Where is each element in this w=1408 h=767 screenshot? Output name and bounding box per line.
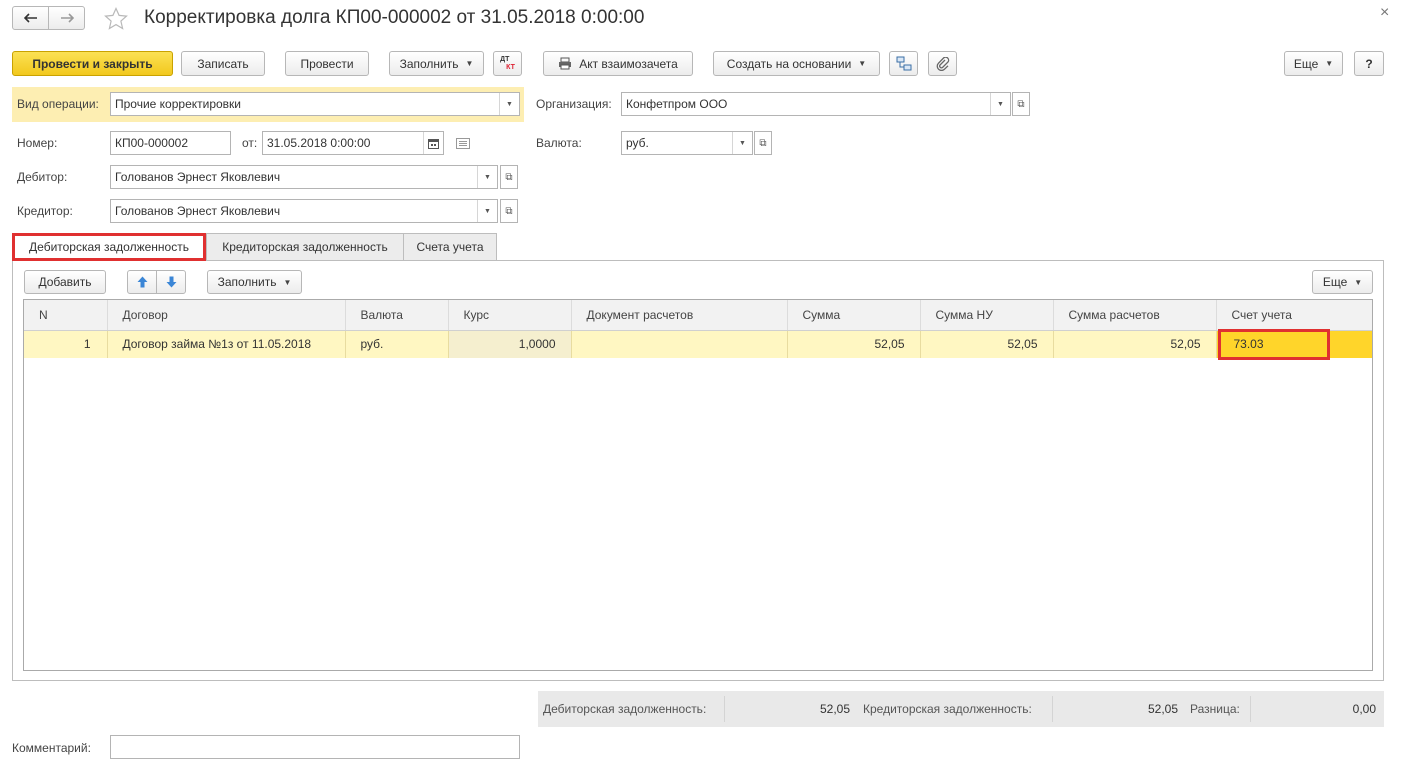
operation-type-select[interactable]: Прочие корректировки ▼ xyxy=(110,92,520,116)
open-window-icon: ⧉ xyxy=(505,171,513,183)
date-input[interactable]: 31.05.2018 0:00:00 xyxy=(262,131,444,155)
arrow-right-icon xyxy=(60,13,74,23)
caret-down-icon[interactable]: ▼ xyxy=(477,166,497,188)
column-header-rate[interactable]: Курс xyxy=(448,300,572,331)
creditor-select[interactable]: Голованов Эрнест Яковлевич ▼ xyxy=(110,199,498,223)
column-header-currency[interactable]: Валюта xyxy=(345,300,449,331)
caret-down-icon: ▼ xyxy=(1354,277,1363,287)
table-more-button[interactable]: Еще ▼ xyxy=(1312,270,1373,294)
cell-account[interactable]: 73.03 xyxy=(1216,328,1372,360)
mutual-settlement-act-button[interactable]: Акт взаимозачета xyxy=(543,51,693,76)
back-button[interactable] xyxy=(12,6,49,30)
operation-type-label: Вид операции: xyxy=(17,97,99,111)
tab-receivables[interactable]: Дебиторская задолженность xyxy=(12,233,206,261)
cell-amount-tax[interactable]: 52,05 xyxy=(920,330,1054,358)
move-down-button[interactable] xyxy=(156,270,186,294)
open-window-icon: ⧉ xyxy=(1017,98,1025,110)
table-fill-button[interactable]: Заполнить ▼ xyxy=(207,270,302,294)
table-row[interactable]: 1 Договор займа №1з от 11.05.2018 руб. 1… xyxy=(24,328,1372,360)
forward-button[interactable] xyxy=(48,6,85,30)
printer-icon xyxy=(558,57,572,70)
column-header-settlement-document[interactable]: Документ расчетов xyxy=(571,300,788,331)
more-button[interactable]: Еще ▼ xyxy=(1284,51,1343,76)
caret-down-icon: ▼ xyxy=(1325,59,1334,68)
column-header-amount-tax[interactable]: Сумма НУ xyxy=(920,300,1054,331)
currency-select[interactable]: руб. ▼ xyxy=(621,131,753,155)
window-title: Корректировка долга КП00-000002 от 31.05… xyxy=(144,7,645,28)
cell-n[interactable]: 1 xyxy=(24,330,108,358)
debtor-label: Дебитор: xyxy=(17,170,68,184)
arrow-up-icon xyxy=(137,276,148,288)
cell-settlement-amount[interactable]: 52,05 xyxy=(1053,330,1217,358)
column-header-amount[interactable]: Сумма xyxy=(787,300,921,331)
open-window-icon: ⧉ xyxy=(505,205,513,217)
tab-accounts[interactable]: Счета учета xyxy=(403,233,497,260)
comment-input[interactable] xyxy=(110,735,520,759)
cell-rate[interactable]: 1,0000 xyxy=(448,330,572,358)
column-header-contract[interactable]: Договор xyxy=(107,300,346,331)
currency-label: Валюта: xyxy=(536,136,582,150)
column-header-n[interactable]: N xyxy=(24,300,108,331)
cell-contract[interactable]: Договор займа №1з от 11.05.2018 xyxy=(107,330,346,358)
star-icon[interactable] xyxy=(104,7,128,30)
table-header-row: N Договор Валюта Курс Документ расчетов … xyxy=(24,300,1372,331)
difference-value: 0,00 xyxy=(1250,696,1380,722)
arrow-down-icon xyxy=(166,276,177,288)
number-label: Номер: xyxy=(17,136,58,150)
move-up-button[interactable] xyxy=(127,270,157,294)
comment-label: Комментарий: xyxy=(12,741,91,755)
create-based-on-button[interactable]: Создать на основании ▼ xyxy=(713,51,880,76)
post-button[interactable]: Провести xyxy=(285,51,369,76)
calendar-icon[interactable] xyxy=(423,132,443,154)
debtor-select[interactable]: Голованов Эрнест Яковлевич ▼ xyxy=(110,165,498,189)
currency-open-button[interactable]: ⧉ xyxy=(754,131,772,155)
creditor-label: Кредитор: xyxy=(17,204,73,218)
close-icon[interactable]: × xyxy=(1380,4,1389,22)
cell-amount[interactable]: 52,05 xyxy=(787,330,921,358)
arrow-left-icon xyxy=(23,13,38,23)
dt-kt-button[interactable]: ДТ КТ xyxy=(493,51,522,76)
fill-dropdown-button[interactable]: Заполнить ▼ xyxy=(389,51,484,76)
cell-settlement-document[interactable] xyxy=(571,330,788,358)
caret-down-icon[interactable]: ▼ xyxy=(499,93,519,115)
account-cell-highlight: 73.03 xyxy=(1217,328,1330,360)
open-window-icon: ⧉ xyxy=(759,137,767,149)
caret-down-icon[interactable]: ▼ xyxy=(477,200,497,222)
caret-down-icon: ▼ xyxy=(858,59,867,68)
debtor-open-button[interactable]: ⧉ xyxy=(500,165,518,189)
organization-open-button[interactable]: ⧉ xyxy=(1012,92,1030,116)
caret-down-icon: ▼ xyxy=(465,59,474,68)
organization-label: Организация: xyxy=(536,97,612,111)
column-header-settlement-amount[interactable]: Сумма расчетов xyxy=(1053,300,1217,331)
receivable-total-value: 52,05 xyxy=(724,696,854,722)
add-row-button[interactable]: Добавить xyxy=(24,270,106,294)
difference-label: Разница: xyxy=(1190,702,1240,716)
save-button[interactable]: Записать xyxy=(181,51,265,76)
caret-down-icon: ▼ xyxy=(283,277,292,287)
help-button[interactable]: ? xyxy=(1354,51,1384,76)
caret-down-icon[interactable]: ▼ xyxy=(732,132,752,154)
caret-down-icon[interactable]: ▼ xyxy=(990,93,1010,115)
debt-table: N Договор Валюта Курс Документ расчетов … xyxy=(24,300,1372,360)
creditor-open-button[interactable]: ⧉ xyxy=(500,199,518,223)
organization-select[interactable]: Конфетпром ООО ▼ xyxy=(621,92,1011,116)
debt-table-container: N Договор Валюта Курс Документ расчетов … xyxy=(23,299,1373,671)
tab-payables[interactable]: Кредиторская задолженность xyxy=(206,233,404,260)
structure-button[interactable] xyxy=(889,51,918,76)
attachment-button[interactable] xyxy=(928,51,957,76)
date-label: от: xyxy=(242,136,258,150)
payable-total-label: Кредиторская задолженность: xyxy=(863,702,1032,716)
number-input[interactable]: КП00-000002 xyxy=(110,131,231,155)
paperclip-icon xyxy=(936,56,950,71)
dt-kt-icon: ДТ КТ xyxy=(500,55,515,71)
post-and-close-button[interactable]: Провести и закрыть xyxy=(12,51,173,76)
payable-total-value: 52,05 xyxy=(1052,696,1182,722)
receivable-total-label: Дебиторская задолженность: xyxy=(543,702,707,716)
history-list-icon[interactable] xyxy=(456,138,470,149)
column-header-account[interactable]: Счет учета xyxy=(1216,300,1372,331)
cell-currency[interactable]: руб. xyxy=(345,330,449,358)
document-structure-icon xyxy=(896,56,912,71)
